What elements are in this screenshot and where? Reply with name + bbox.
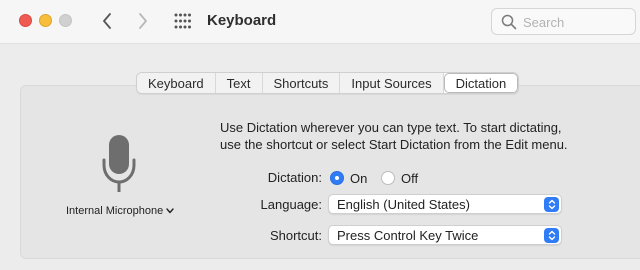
tab-dictation[interactable]: Dictation [443,73,519,93]
dictation-on-radio[interactable] [330,171,344,185]
stepper-chevrons-icon [544,197,559,212]
close-button[interactable] [19,14,32,27]
dictation-on-label[interactable]: On [350,171,367,186]
minimize-button[interactable] [39,14,52,27]
microphone-label: Internal Microphone [66,205,164,217]
shortcut-popup[interactable]: Press Control Key Twice [328,225,562,245]
language-value: English (United States) [337,197,470,212]
dictation-label: Dictation: [267,170,322,185]
dictation-description: Use Dictation wherever you can type text… [220,119,620,153]
tab-text[interactable]: Text [215,73,263,93]
window-title: Keyboard [207,12,277,29]
magnifying-glass-icon [501,14,517,30]
description-line-1: Use Dictation wherever you can type text… [220,120,562,135]
dictation-off-radio[interactable] [381,171,395,185]
microphone-icon [102,135,136,192]
language-popup[interactable]: English (United States) [328,194,562,214]
stepper-chevrons-icon [544,228,559,243]
description-line-2: use the shortcut or select Start Dictati… [220,137,568,152]
chevron-down-icon [166,208,174,214]
tab-bar: Keyboard Text Shortcuts Input Sources Di… [136,72,520,94]
shortcut-value: Press Control Key Twice [337,228,479,243]
tab-shortcuts[interactable]: Shortcuts [262,73,341,93]
dictation-off-label[interactable]: Off [401,171,418,186]
tab-input-sources[interactable]: Input Sources [340,73,444,93]
back-button[interactable] [96,8,118,34]
search-field[interactable]: Search [491,8,636,35]
grid-icon[interactable] [174,13,192,29]
chevron-right-icon [139,13,147,29]
forward-button[interactable] [132,8,154,34]
language-label: Language: [260,197,322,212]
chevron-left-icon [103,13,111,29]
tab-keyboard[interactable]: Keyboard [137,73,216,93]
zoom-button[interactable] [59,14,72,27]
search-placeholder: Search [523,15,565,30]
keyboard-preferences-window: Keyboard Search Keyboard Text Shortcuts … [0,0,640,270]
shortcut-label: Shortcut: [269,228,322,243]
microphone-selector[interactable]: Internal Microphone [66,205,174,217]
title-bar: Keyboard Search [0,0,640,44]
